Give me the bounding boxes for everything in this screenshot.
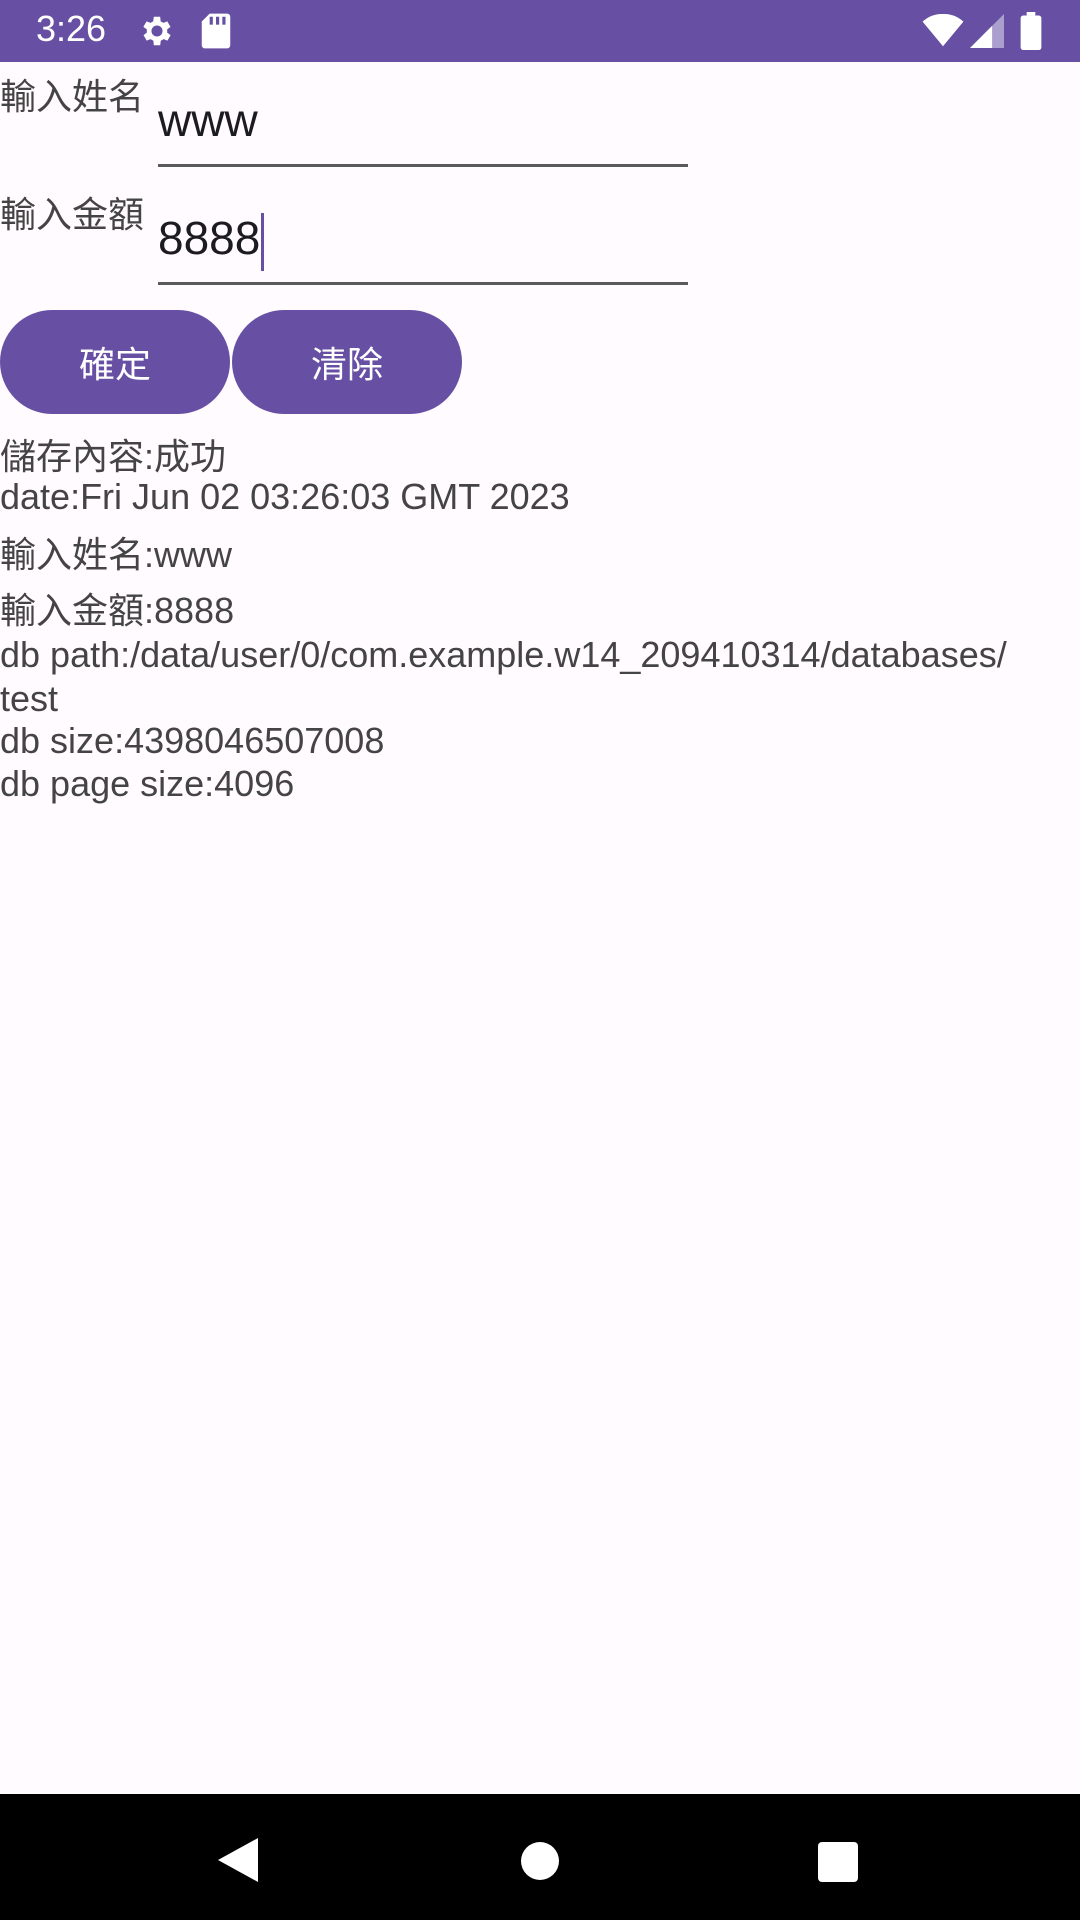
amount-result-text: 輸入金額:8888 bbox=[0, 590, 235, 631]
amount-input[interactable]: 8888 bbox=[158, 194, 688, 285]
confirm-button[interactable]: 確定 bbox=[0, 310, 230, 414]
name-input[interactable]: www bbox=[158, 76, 688, 167]
status-time: 3:26 bbox=[36, 8, 107, 49]
db-page-size-text: db page size:4096 bbox=[0, 763, 295, 804]
navigation-bar bbox=[0, 1794, 1080, 1920]
recents-icon[interactable] bbox=[818, 1842, 858, 1886]
date-text: date:Fri Jun 02 03:26:03 GMT 2023 bbox=[0, 476, 570, 517]
db-path-text: db path:/data/user/0/com.example.w14_209… bbox=[0, 634, 1007, 675]
db-size-text: db size:4398046507008 bbox=[0, 720, 385, 761]
amount-label: 輸入金額 bbox=[0, 195, 145, 236]
amount-input-value: 8888 bbox=[158, 212, 261, 264]
signal-icon bbox=[970, 14, 1004, 52]
sd-card-icon bbox=[200, 12, 232, 54]
back-icon[interactable] bbox=[218, 1838, 258, 1886]
name-result-text: 輸入姓名:www bbox=[0, 534, 232, 575]
clear-button[interactable]: 清除 bbox=[232, 310, 462, 414]
wifi-icon bbox=[922, 13, 964, 52]
home-icon[interactable] bbox=[521, 1842, 559, 1884]
name-label: 輸入姓名 bbox=[0, 77, 145, 118]
battery-icon bbox=[1020, 12, 1042, 54]
settings-icon bbox=[138, 12, 176, 54]
save-result-text: 儲存內容:成功 bbox=[0, 436, 227, 477]
text-cursor bbox=[261, 212, 265, 271]
db-path-text-continued: test bbox=[0, 678, 59, 719]
status-bar: 3:26 bbox=[0, 0, 1080, 62]
name-input-value: www bbox=[158, 94, 258, 146]
